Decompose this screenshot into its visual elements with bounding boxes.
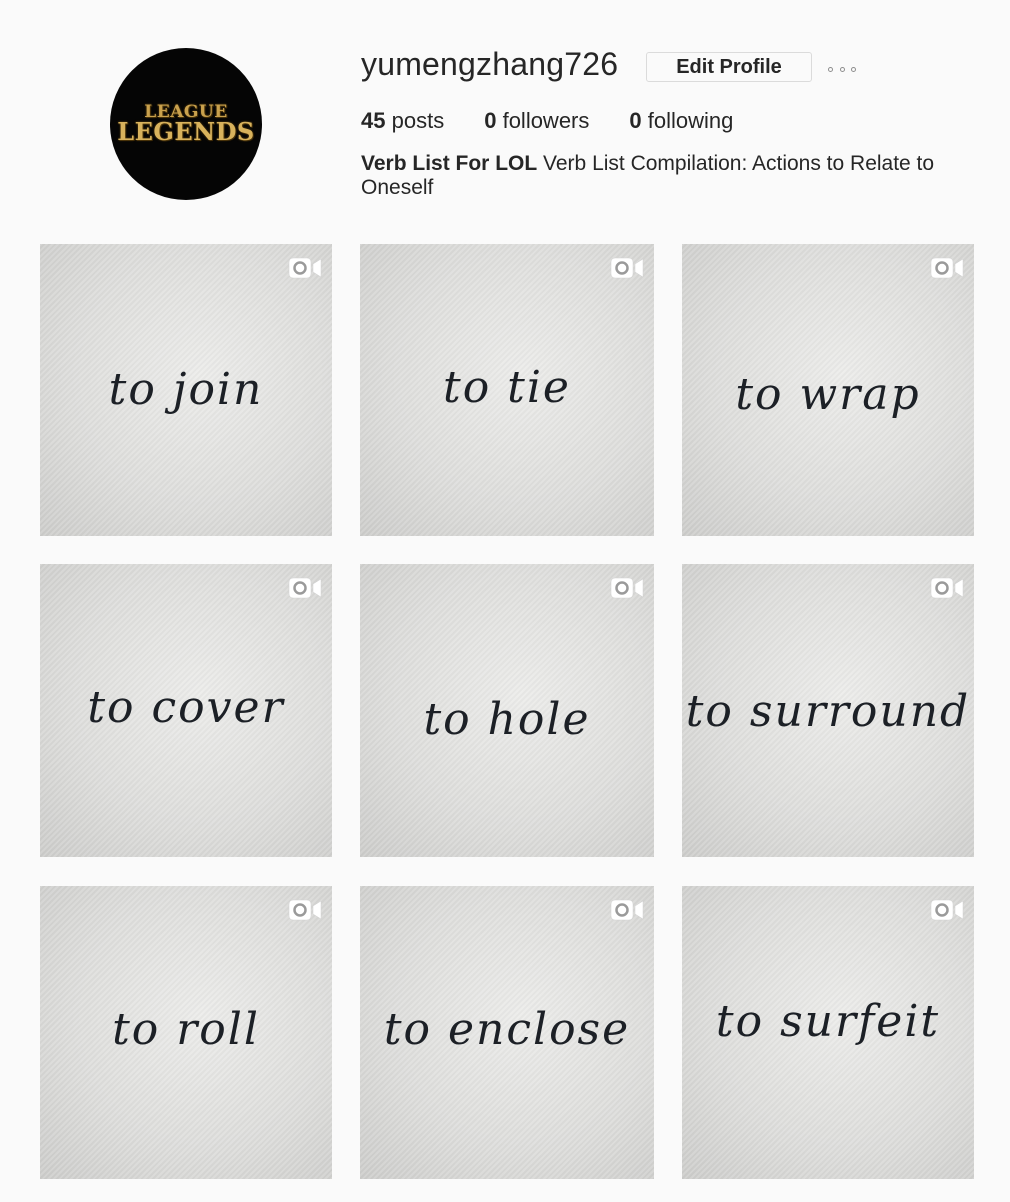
dot [851, 66, 856, 72]
more-options-icon[interactable] [828, 63, 856, 75]
profile-bio: Verb List For LOL Verb List Compilation:… [361, 152, 981, 200]
following-label: following [647, 108, 734, 133]
post-caption-text: to enclose [383, 1004, 631, 1055]
post-tile[interactable]: to cover [40, 564, 332, 857]
post-tile[interactable]: to tie [360, 244, 654, 536]
video-camera-icon [288, 899, 322, 921]
video-camera-icon [610, 577, 644, 599]
post-tile[interactable]: to hole [360, 564, 654, 857]
post-caption-text: to surround [685, 686, 971, 737]
followers-count: 0 [484, 108, 497, 133]
video-camera-icon [930, 257, 964, 279]
username: yumengzhang726 [361, 46, 619, 82]
post-tile[interactable]: to join [40, 244, 332, 536]
logo-line-bottom: LEGENDS [117, 117, 255, 146]
post-caption-text: to tie [443, 362, 571, 413]
avatar[interactable]: LEAGUE LEGENDS [110, 48, 262, 200]
post-tile[interactable]: to wrap [682, 244, 974, 536]
post-tile[interactable]: to enclose [360, 886, 654, 1179]
profile-page: LEAGUE LEGENDS yumengzhang726 Edit Profi… [0, 0, 1010, 1202]
bio-name: Verb List For LOL [361, 152, 538, 175]
post-caption-text: to surfeit [715, 996, 941, 1047]
video-camera-icon [930, 899, 964, 921]
video-camera-icon [288, 257, 322, 279]
posts-stat: 45 posts [361, 108, 444, 134]
followers-label: followers [502, 108, 590, 133]
dot [828, 66, 833, 72]
video-camera-icon [610, 257, 644, 279]
video-camera-icon [288, 577, 322, 599]
following-stat[interactable]: 0 following [629, 108, 733, 134]
posts-count: 45 [361, 108, 386, 133]
post-caption-text: to hole [423, 694, 591, 745]
posts-label: posts [391, 108, 445, 133]
dot [839, 66, 845, 72]
post-caption-text: to wrap [735, 369, 921, 420]
video-camera-icon [930, 577, 964, 599]
post-caption-text: to join [108, 364, 264, 415]
league-of-legends-logo: LEAGUE LEGENDS [117, 104, 255, 144]
edit-profile-button[interactable]: Edit Profile [646, 52, 812, 82]
post-tile[interactable]: to roll [40, 886, 332, 1179]
following-count: 0 [629, 108, 642, 133]
post-caption-text: to roll [112, 1004, 260, 1055]
post-tile[interactable]: to surround [682, 564, 974, 857]
followers-stat[interactable]: 0 followers [484, 108, 589, 134]
post-caption-text: to cover [87, 682, 285, 733]
profile-stats: 45 posts 0 followers 0 following [361, 108, 773, 134]
video-camera-icon [610, 899, 644, 921]
post-tile[interactable]: to surfeit [682, 886, 974, 1179]
